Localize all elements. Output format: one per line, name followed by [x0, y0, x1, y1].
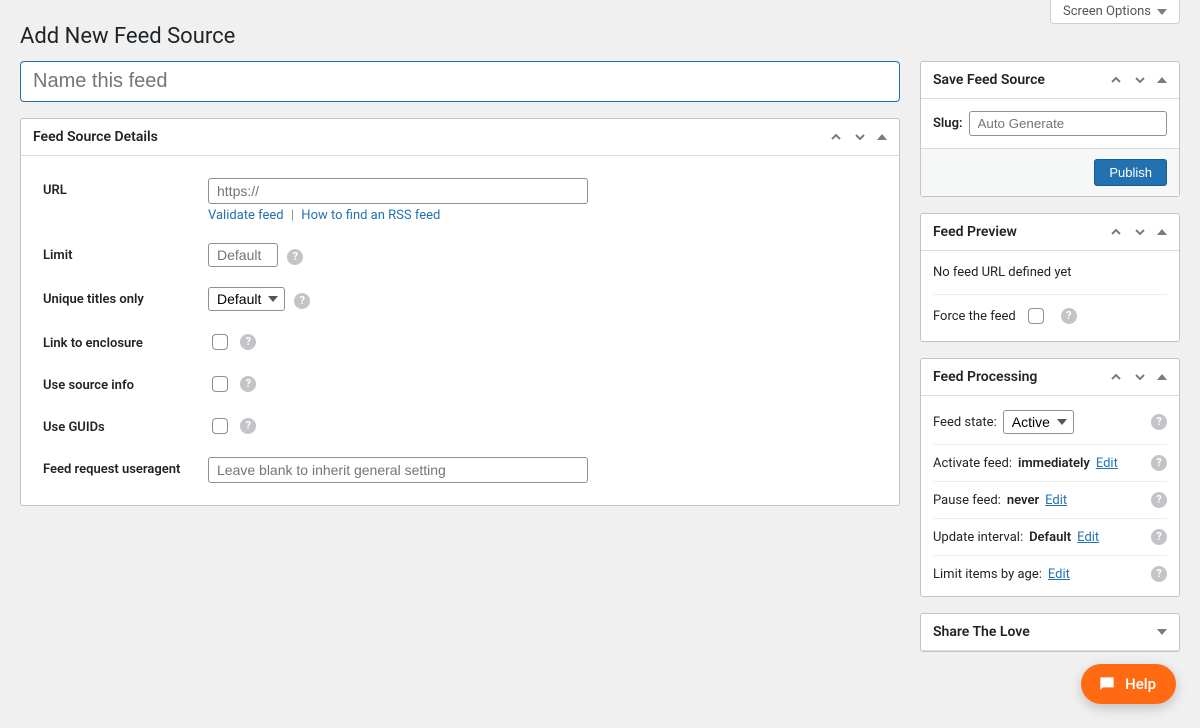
panel-feed-source-details: Feed Source Details URL Validate feed | [20, 118, 900, 506]
slug-input[interactable] [969, 111, 1167, 136]
unique-titles-select[interactable]: Default [208, 287, 285, 311]
update-interval-value: Default [1029, 530, 1071, 545]
page-title: Add New Feed Source [0, 0, 1200, 61]
help-icon[interactable]: ? [1151, 455, 1167, 471]
triangle-up-icon[interactable] [877, 134, 887, 140]
panel-feed-preview: Feed Preview No feed URL defined yet For… [920, 213, 1180, 342]
chevron-up-icon[interactable] [829, 130, 843, 144]
activate-feed-edit-link[interactable]: Edit [1096, 456, 1118, 471]
triangle-up-icon[interactable] [1157, 229, 1167, 235]
link-enclosure-label: Link to enclosure [33, 331, 208, 351]
panel-header[interactable]: Feed Processing [921, 359, 1179, 396]
triangle-down-icon[interactable] [1157, 629, 1167, 635]
panel-header[interactable]: Share The Love [921, 614, 1179, 651]
slug-label: Slug: [933, 116, 963, 131]
force-feed-label: Force the feed [933, 309, 1016, 324]
panel-header[interactable]: Feed Source Details [21, 119, 899, 156]
panel-handle-actions [1109, 225, 1167, 239]
limit-age-edit-link[interactable]: Edit [1048, 567, 1070, 582]
panel-title: Share The Love [933, 624, 1030, 640]
panel-title: Feed Source Details [33, 129, 158, 145]
url-label: URL [33, 178, 208, 198]
unique-titles-label: Unique titles only [33, 287, 208, 307]
panel-header[interactable]: Save Feed Source [921, 62, 1179, 99]
use-guids-label: Use GUIDs [33, 415, 208, 435]
update-interval-edit-link[interactable]: Edit [1077, 530, 1099, 545]
pause-feed-label: Pause feed: [933, 493, 1001, 508]
use-source-info-checkbox[interactable] [212, 376, 228, 392]
force-feed-checkbox[interactable] [1028, 308, 1044, 324]
chevron-up-icon[interactable] [1109, 225, 1123, 239]
help-icon[interactable]: ? [240, 334, 256, 350]
limit-label: Limit [33, 243, 208, 263]
use-source-info-label: Use source info [33, 373, 208, 393]
triangle-up-icon[interactable] [1157, 374, 1167, 380]
panel-save-feed-source: Save Feed Source Slug: Publish [920, 61, 1180, 197]
use-guids-checkbox[interactable] [212, 418, 228, 434]
panel-share-the-love: Share The Love [920, 613, 1180, 652]
help-icon[interactable]: ? [240, 376, 256, 392]
validate-feed-link[interactable]: Validate feed [208, 208, 284, 223]
url-input[interactable] [208, 178, 588, 204]
panel-handle-actions [1109, 73, 1167, 87]
panel-header[interactable]: Feed Preview [921, 214, 1179, 251]
link-enclosure-checkbox[interactable] [212, 334, 228, 350]
help-icon[interactable]: ? [1151, 529, 1167, 545]
limit-age-label: Limit items by age: [933, 567, 1042, 582]
chevron-down-icon[interactable] [1133, 370, 1147, 384]
panel-title: Save Feed Source [933, 72, 1045, 88]
help-icon[interactable]: ? [1151, 414, 1167, 430]
panel-title: Feed Preview [933, 224, 1017, 240]
useragent-input[interactable] [208, 457, 588, 483]
preview-empty-text: No feed URL defined yet [933, 263, 1167, 288]
panel-handle-actions [1157, 629, 1167, 635]
limit-input[interactable] [208, 243, 278, 267]
panel-handle-actions [829, 130, 887, 144]
help-icon[interactable]: ? [287, 249, 303, 265]
help-beacon-label: Help [1125, 675, 1156, 693]
help-icon[interactable]: ? [1151, 492, 1167, 508]
chat-icon [1097, 674, 1117, 694]
pause-feed-value: never [1007, 493, 1039, 508]
chevron-down-icon[interactable] [1133, 225, 1147, 239]
chevron-up-icon[interactable] [1109, 73, 1123, 87]
panel-feed-processing: Feed Processing Feed state: Active ? [920, 358, 1180, 597]
caret-down-icon [1157, 9, 1167, 15]
panel-handle-actions [1109, 370, 1167, 384]
feed-state-select[interactable]: Active [1003, 410, 1074, 434]
help-icon[interactable]: ? [1151, 566, 1167, 582]
how-to-find-rss-link[interactable]: How to find an RSS feed [301, 208, 440, 223]
help-beacon-button[interactable]: Help [1081, 664, 1176, 704]
chevron-down-icon[interactable] [853, 130, 867, 144]
panel-title: Feed Processing [933, 369, 1037, 385]
screen-options-label: Screen Options [1063, 4, 1151, 19]
activate-feed-value: immediately [1018, 456, 1090, 471]
update-interval-label: Update interval: [933, 530, 1023, 545]
help-icon[interactable]: ? [1061, 308, 1077, 324]
triangle-up-icon[interactable] [1157, 77, 1167, 83]
pause-feed-edit-link[interactable]: Edit [1045, 493, 1067, 508]
feed-title-input[interactable] [20, 61, 900, 102]
feed-state-label: Feed state: [933, 415, 997, 430]
chevron-down-icon[interactable] [1133, 73, 1147, 87]
chevron-up-icon[interactable] [1109, 370, 1123, 384]
help-icon[interactable]: ? [240, 418, 256, 434]
screen-options-toggle[interactable]: Screen Options [1050, 0, 1180, 24]
separator: | [291, 208, 294, 223]
activate-feed-label: Activate feed: [933, 456, 1012, 471]
publish-button[interactable]: Publish [1094, 159, 1167, 186]
useragent-label: Feed request useragent [33, 457, 208, 477]
help-icon[interactable]: ? [294, 293, 310, 309]
